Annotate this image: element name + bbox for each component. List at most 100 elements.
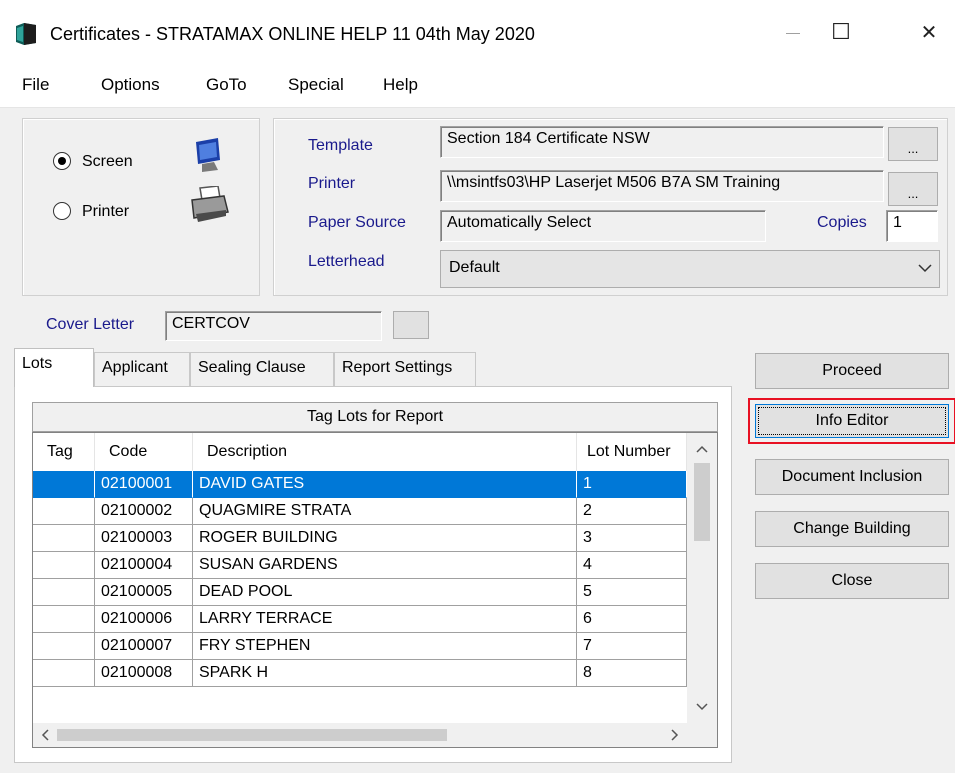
table-row[interactable]: 02100006 LARRY TERRACE 6 bbox=[33, 606, 687, 633]
tab-sealing-clause[interactable]: Sealing Clause bbox=[190, 352, 334, 386]
table-row[interactable]: 02100002 QUAGMIRE STRATA 2 bbox=[33, 498, 687, 525]
horizontal-scroll-thumb[interactable] bbox=[57, 729, 447, 741]
printer-icon bbox=[191, 186, 229, 222]
app-book-icon bbox=[16, 23, 36, 45]
scroll-down-icon[interactable] bbox=[696, 703, 708, 711]
cell-description: QUAGMIRE STRATA bbox=[193, 498, 577, 525]
tab-report-settings[interactable]: Report Settings bbox=[334, 352, 476, 386]
printer-radio[interactable] bbox=[53, 202, 71, 220]
cell-code: 02100005 bbox=[95, 579, 193, 606]
cover-letter-field[interactable]: CERTCOV bbox=[165, 311, 382, 341]
cell-code: 02100004 bbox=[95, 552, 193, 579]
column-header-tag[interactable]: Tag bbox=[33, 433, 95, 471]
cell-code: 02100001 bbox=[95, 471, 193, 498]
cell-description: DAVID GATES bbox=[193, 471, 577, 498]
lots-grid[interactable]: Tag Code Description Lot Number 02100001… bbox=[32, 432, 718, 748]
cell-description: DEAD POOL bbox=[193, 579, 577, 606]
cell-code: 02100003 bbox=[95, 525, 193, 552]
cell-description: SPARK H bbox=[193, 660, 577, 687]
copies-field[interactable]: 1 bbox=[886, 210, 938, 242]
tab-applicant[interactable]: Applicant bbox=[94, 352, 190, 386]
proceed-button[interactable]: Proceed bbox=[755, 353, 949, 389]
cell-description: ROGER BUILDING bbox=[193, 525, 577, 552]
menu-file[interactable]: File bbox=[22, 75, 49, 95]
cell-code: 02100006 bbox=[95, 606, 193, 633]
cell-code: 02100002 bbox=[95, 498, 193, 525]
paper-source-label: Paper Source bbox=[308, 214, 406, 231]
table-row[interactable]: 02100001 DAVID GATES 1 bbox=[33, 471, 687, 498]
cell-lot-number: 8 bbox=[577, 660, 687, 687]
vertical-scroll-thumb[interactable] bbox=[694, 463, 710, 541]
cell-tag[interactable] bbox=[33, 579, 95, 606]
table-row[interactable]: 02100005 DEAD POOL 5 bbox=[33, 579, 687, 606]
column-header-lot-number[interactable]: Lot Number bbox=[577, 433, 687, 471]
cell-lot-number: 1 bbox=[577, 471, 687, 498]
cell-code: 02100007 bbox=[95, 633, 193, 660]
letterhead-label: Letterhead bbox=[308, 253, 385, 270]
horizontal-scrollbar[interactable] bbox=[33, 723, 687, 747]
column-header-code[interactable]: Code bbox=[95, 433, 193, 471]
minimize-button[interactable]: — bbox=[770, 10, 816, 54]
window-title: Certificates - STRATAMAX ONLINE HELP 11 … bbox=[50, 24, 535, 44]
cell-description: FRY STEPHEN bbox=[193, 633, 577, 660]
template-field[interactable]: Section 184 Certificate NSW bbox=[440, 126, 884, 158]
vertical-scrollbar[interactable] bbox=[687, 433, 717, 723]
maximize-icon: ☐ bbox=[831, 19, 851, 44]
tab-lots[interactable]: Lots bbox=[14, 348, 94, 387]
cell-tag[interactable] bbox=[33, 660, 95, 687]
letterhead-select[interactable]: Default bbox=[440, 250, 940, 288]
table-row[interactable]: 02100007 FRY STEPHEN 7 bbox=[33, 633, 687, 660]
template-browse-button[interactable]: ... bbox=[888, 127, 938, 161]
cell-lot-number: 5 bbox=[577, 579, 687, 606]
column-header-description[interactable]: Description bbox=[193, 433, 577, 471]
maximize-button[interactable]: ☐ bbox=[818, 10, 864, 54]
cell-tag[interactable] bbox=[33, 633, 95, 660]
letterhead-value: Default bbox=[449, 259, 500, 276]
cell-lot-number: 3 bbox=[577, 525, 687, 552]
cover-letter-label: Cover Letter bbox=[46, 316, 135, 333]
info-editor-button[interactable]: Info Editor bbox=[755, 404, 949, 438]
table-row[interactable]: 02100008 SPARK H8 bbox=[33, 660, 687, 687]
printer-option-label[interactable]: Printer bbox=[82, 203, 129, 221]
chevron-down-icon bbox=[918, 264, 932, 273]
table-row[interactable]: 02100003 ROGER BUILDING 3 bbox=[33, 525, 687, 552]
printer-label: Printer bbox=[308, 175, 356, 192]
cell-tag[interactable] bbox=[33, 525, 95, 552]
change-building-button[interactable]: Change Building bbox=[755, 511, 949, 547]
copies-label: Copies bbox=[817, 214, 867, 231]
scroll-up-icon[interactable] bbox=[696, 445, 708, 453]
table-row[interactable]: 02100004 SUSAN GARDENS 4 bbox=[33, 552, 687, 579]
cell-description: LARRY TERRACE bbox=[193, 606, 577, 633]
grid-title: Tag Lots for Report bbox=[32, 402, 718, 432]
cell-lot-number: 4 bbox=[577, 552, 687, 579]
cell-tag[interactable] bbox=[33, 606, 95, 633]
menu-help[interactable]: Help bbox=[383, 75, 418, 95]
scroll-corner bbox=[687, 723, 717, 747]
cell-description: SUSAN GARDENS bbox=[193, 552, 577, 579]
paper-source-field[interactable]: Automatically Select bbox=[440, 210, 766, 242]
document-inclusion-button[interactable]: Document Inclusion bbox=[755, 459, 949, 495]
scroll-right-icon[interactable] bbox=[671, 729, 679, 741]
template-label: Template bbox=[308, 137, 373, 154]
cell-code: 02100008 bbox=[95, 660, 193, 687]
close-button[interactable]: Close bbox=[755, 563, 949, 599]
screen-label[interactable]: Screen bbox=[82, 153, 133, 171]
printer-field[interactable]: \\msintfs03\HP Laserjet M506 B7A SM Trai… bbox=[440, 170, 884, 202]
close-window-button[interactable]: ✕ bbox=[906, 10, 952, 54]
menu-special[interactable]: Special bbox=[288, 75, 344, 95]
cell-tag[interactable] bbox=[33, 552, 95, 579]
minimize-icon: — bbox=[786, 24, 800, 40]
cell-lot-number: 7 bbox=[577, 633, 687, 660]
cell-tag[interactable] bbox=[33, 471, 95, 498]
screen-radio[interactable] bbox=[53, 152, 71, 170]
menu-options[interactable]: Options bbox=[101, 75, 160, 95]
monitor-icon bbox=[196, 138, 220, 172]
cell-lot-number: 2 bbox=[577, 498, 687, 525]
close-icon: ✕ bbox=[920, 21, 938, 44]
cell-lot-number: 6 bbox=[577, 606, 687, 633]
menu-goto[interactable]: GoTo bbox=[206, 75, 247, 95]
cell-tag[interactable] bbox=[33, 498, 95, 525]
printer-browse-button[interactable]: ... bbox=[888, 172, 938, 206]
cover-letter-browse-button[interactable] bbox=[393, 311, 429, 339]
scroll-left-icon[interactable] bbox=[41, 729, 49, 741]
